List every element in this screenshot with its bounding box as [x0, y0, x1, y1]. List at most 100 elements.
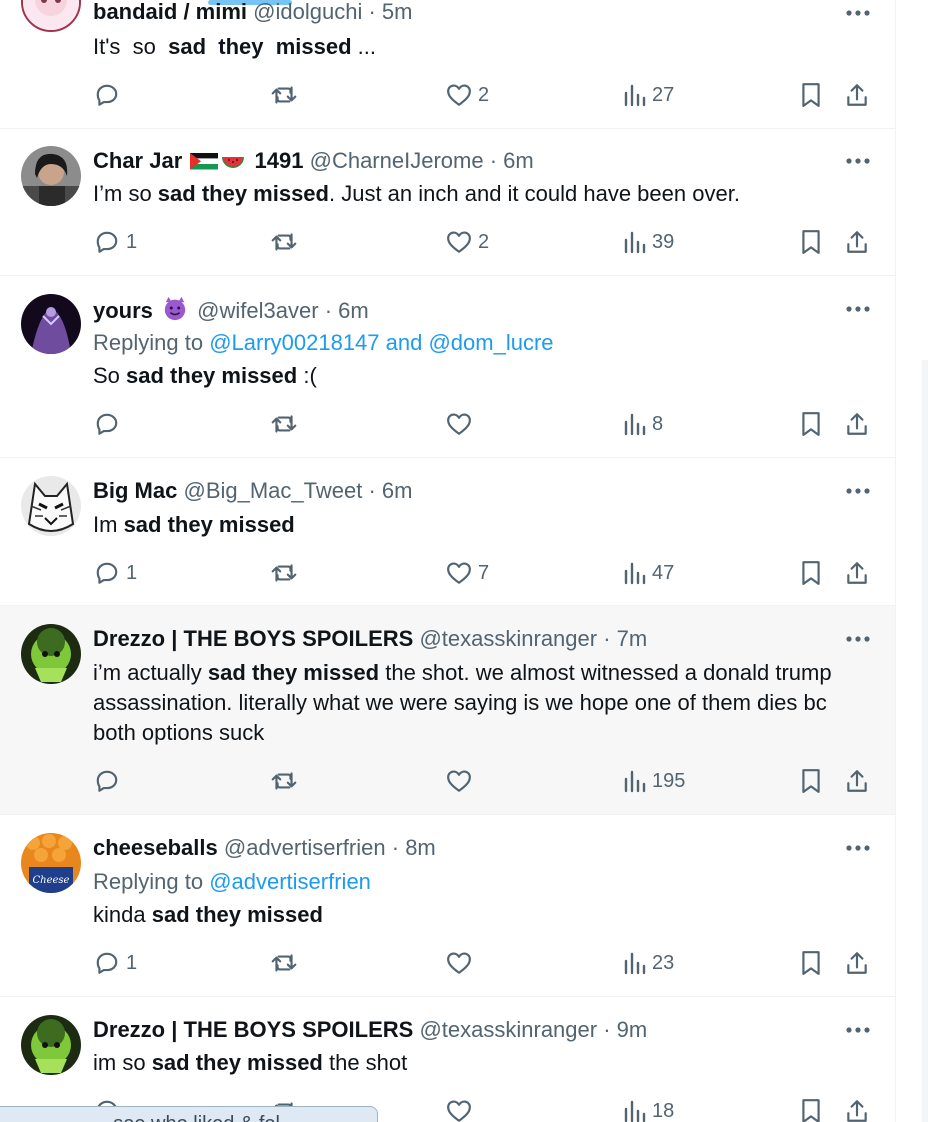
more-icon[interactable]	[845, 157, 871, 165]
bookmark-button[interactable]	[800, 558, 822, 588]
tweet[interactable]: Drezzo | THE BOYS SPOILERS @texasskinran…	[0, 606, 895, 815]
separator: ·	[603, 1017, 611, 1042]
handle[interactable]: @CharneIJerome	[310, 148, 484, 173]
handle[interactable]: @texasskinranger	[419, 626, 597, 651]
reply-button[interactable]	[94, 766, 126, 796]
retweet-button[interactable]	[270, 409, 298, 439]
more-icon[interactable]	[845, 1026, 871, 1034]
display-name[interactable]: Big Mac	[93, 478, 177, 503]
tweet-header: Big Mac @Big_Mac_Tweet · 6m	[93, 477, 412, 505]
retweet-button[interactable]	[270, 227, 298, 257]
tweet[interactable]: Char Jar 1491 @CharneIJerome · 6m I’m so…	[0, 128, 895, 276]
reply-button[interactable]: 1	[94, 558, 137, 588]
views-button[interactable]: 195	[624, 766, 685, 796]
handle[interactable]: @texasskinranger	[419, 1017, 597, 1042]
bookmark-button[interactable]	[800, 227, 822, 257]
views-button[interactable]: 47	[624, 558, 674, 588]
avatar[interactable]	[21, 0, 81, 32]
separator: ·	[391, 835, 400, 860]
replying-to-link[interactable]: @Larry00218147 and @dom_lucre	[209, 330, 553, 355]
retweet-button[interactable]	[270, 558, 298, 588]
timestamp[interactable]: 9m	[617, 1017, 648, 1042]
reply-button[interactable]	[94, 409, 126, 439]
timestamp[interactable]: 6m	[338, 298, 369, 323]
timestamp[interactable]: 5m	[382, 0, 413, 24]
timestamp[interactable]: 8m	[405, 835, 436, 860]
tweet-header: Drezzo | THE BOYS SPOILERS @texasskinran…	[93, 1016, 647, 1044]
like-button[interactable]: 2	[446, 80, 489, 110]
views-button[interactable]: 8	[624, 409, 663, 439]
views-icon	[624, 1100, 646, 1122]
bookmark-button[interactable]	[800, 80, 822, 110]
avatar[interactable]	[21, 624, 81, 684]
reply-button[interactable]	[94, 80, 126, 110]
bookmark-button[interactable]	[800, 1096, 822, 1122]
like-button[interactable]: 7	[446, 558, 489, 588]
avatar[interactable]	[21, 1015, 81, 1075]
timestamp[interactable]: 6m	[503, 148, 534, 173]
like-button[interactable]: 2	[446, 227, 489, 257]
tweet-text: It's so sad they missed ...	[93, 34, 376, 59]
avatar[interactable]	[21, 146, 81, 206]
like-button[interactable]	[446, 948, 478, 978]
share-button[interactable]	[845, 766, 869, 796]
views-button[interactable]: 18	[624, 1096, 674, 1122]
display-name[interactable]: Drezzo | THE BOYS SPOILERS	[93, 1017, 413, 1042]
retweet-button[interactable]	[270, 80, 298, 110]
bookmark-button[interactable]	[800, 948, 822, 978]
replying-to: Replying to @Larry00218147 and @dom_lucr…	[93, 330, 554, 355]
share-button[interactable]	[845, 80, 869, 110]
retweet-button[interactable]	[270, 948, 298, 978]
display-name[interactable]: bandaid / mimi	[93, 0, 247, 24]
display-name-suffix[interactable]: 1491	[255, 148, 304, 173]
handle[interactable]: @Big_Mac_Tweet	[183, 478, 362, 503]
timestamp[interactable]: 7m	[617, 626, 648, 651]
reply-icon	[96, 562, 118, 584]
tweet[interactable]: Big Mac @Big_Mac_Tweet · 6m Im sad they …	[0, 458, 895, 606]
share-button[interactable]	[845, 558, 869, 588]
tweet[interactable]: bandaid / mimi @idolguchi · 5m It's so s…	[0, 0, 895, 129]
retweet-button[interactable]	[270, 766, 298, 796]
avatar[interactable]	[21, 476, 81, 536]
avatar[interactable]	[21, 294, 81, 354]
more-icon[interactable]	[845, 9, 871, 17]
more-icon[interactable]	[845, 305, 871, 313]
like-button[interactable]	[446, 766, 478, 796]
more-icon[interactable]	[845, 635, 871, 643]
handle[interactable]: @wifel3aver	[197, 298, 318, 323]
handle[interactable]: @idolguchi	[253, 0, 362, 24]
bookmark-button[interactable]	[800, 409, 822, 439]
replying-to: Replying to @advertiserfrien	[93, 869, 371, 894]
views-button[interactable]: 39	[624, 227, 674, 257]
tweet[interactable]: Drezzo | THE BOYS SPOILERS @texasskinran…	[0, 997, 895, 1122]
share-button[interactable]	[845, 227, 869, 257]
avatar[interactable]: Cheese	[21, 833, 81, 893]
bookmark-icon	[802, 230, 820, 254]
like-button[interactable]	[446, 409, 478, 439]
heart-icon	[447, 1100, 471, 1122]
display-name[interactable]: yours	[93, 298, 153, 323]
reply-button[interactable]: 1	[94, 948, 137, 978]
replying-to-link[interactable]: @advertiserfrien	[209, 869, 371, 894]
tweet[interactable]: Cheese cheeseballs @advertiserfrien · 8m…	[0, 815, 895, 997]
share-button[interactable]	[845, 409, 869, 439]
like-button[interactable]	[446, 1096, 478, 1122]
display-name[interactable]: Drezzo | THE BOYS SPOILERS	[93, 626, 413, 651]
share-button[interactable]	[845, 1096, 869, 1122]
bookmark-button[interactable]	[800, 766, 822, 796]
more-icon[interactable]	[845, 487, 871, 495]
handle[interactable]: @advertiserfrien	[224, 835, 386, 860]
views-button[interactable]: 23	[624, 948, 674, 978]
more-icon[interactable]	[845, 844, 871, 852]
share-button[interactable]	[845, 948, 869, 978]
views-button[interactable]: 27	[624, 80, 674, 110]
timestamp[interactable]: 6m	[382, 478, 413, 503]
scrollbar-track[interactable]	[922, 360, 928, 1122]
tweet[interactable]: yours @wifel3aver · 6m Replying to @Larr…	[0, 276, 895, 458]
display-name[interactable]: cheeseballs	[93, 835, 218, 860]
reply-button[interactable]: 1	[94, 227, 137, 257]
reply-icon	[96, 231, 118, 253]
display-name[interactable]: Char Jar	[93, 148, 182, 173]
like-count: 7	[478, 561, 490, 584]
share-icon	[847, 231, 867, 253]
